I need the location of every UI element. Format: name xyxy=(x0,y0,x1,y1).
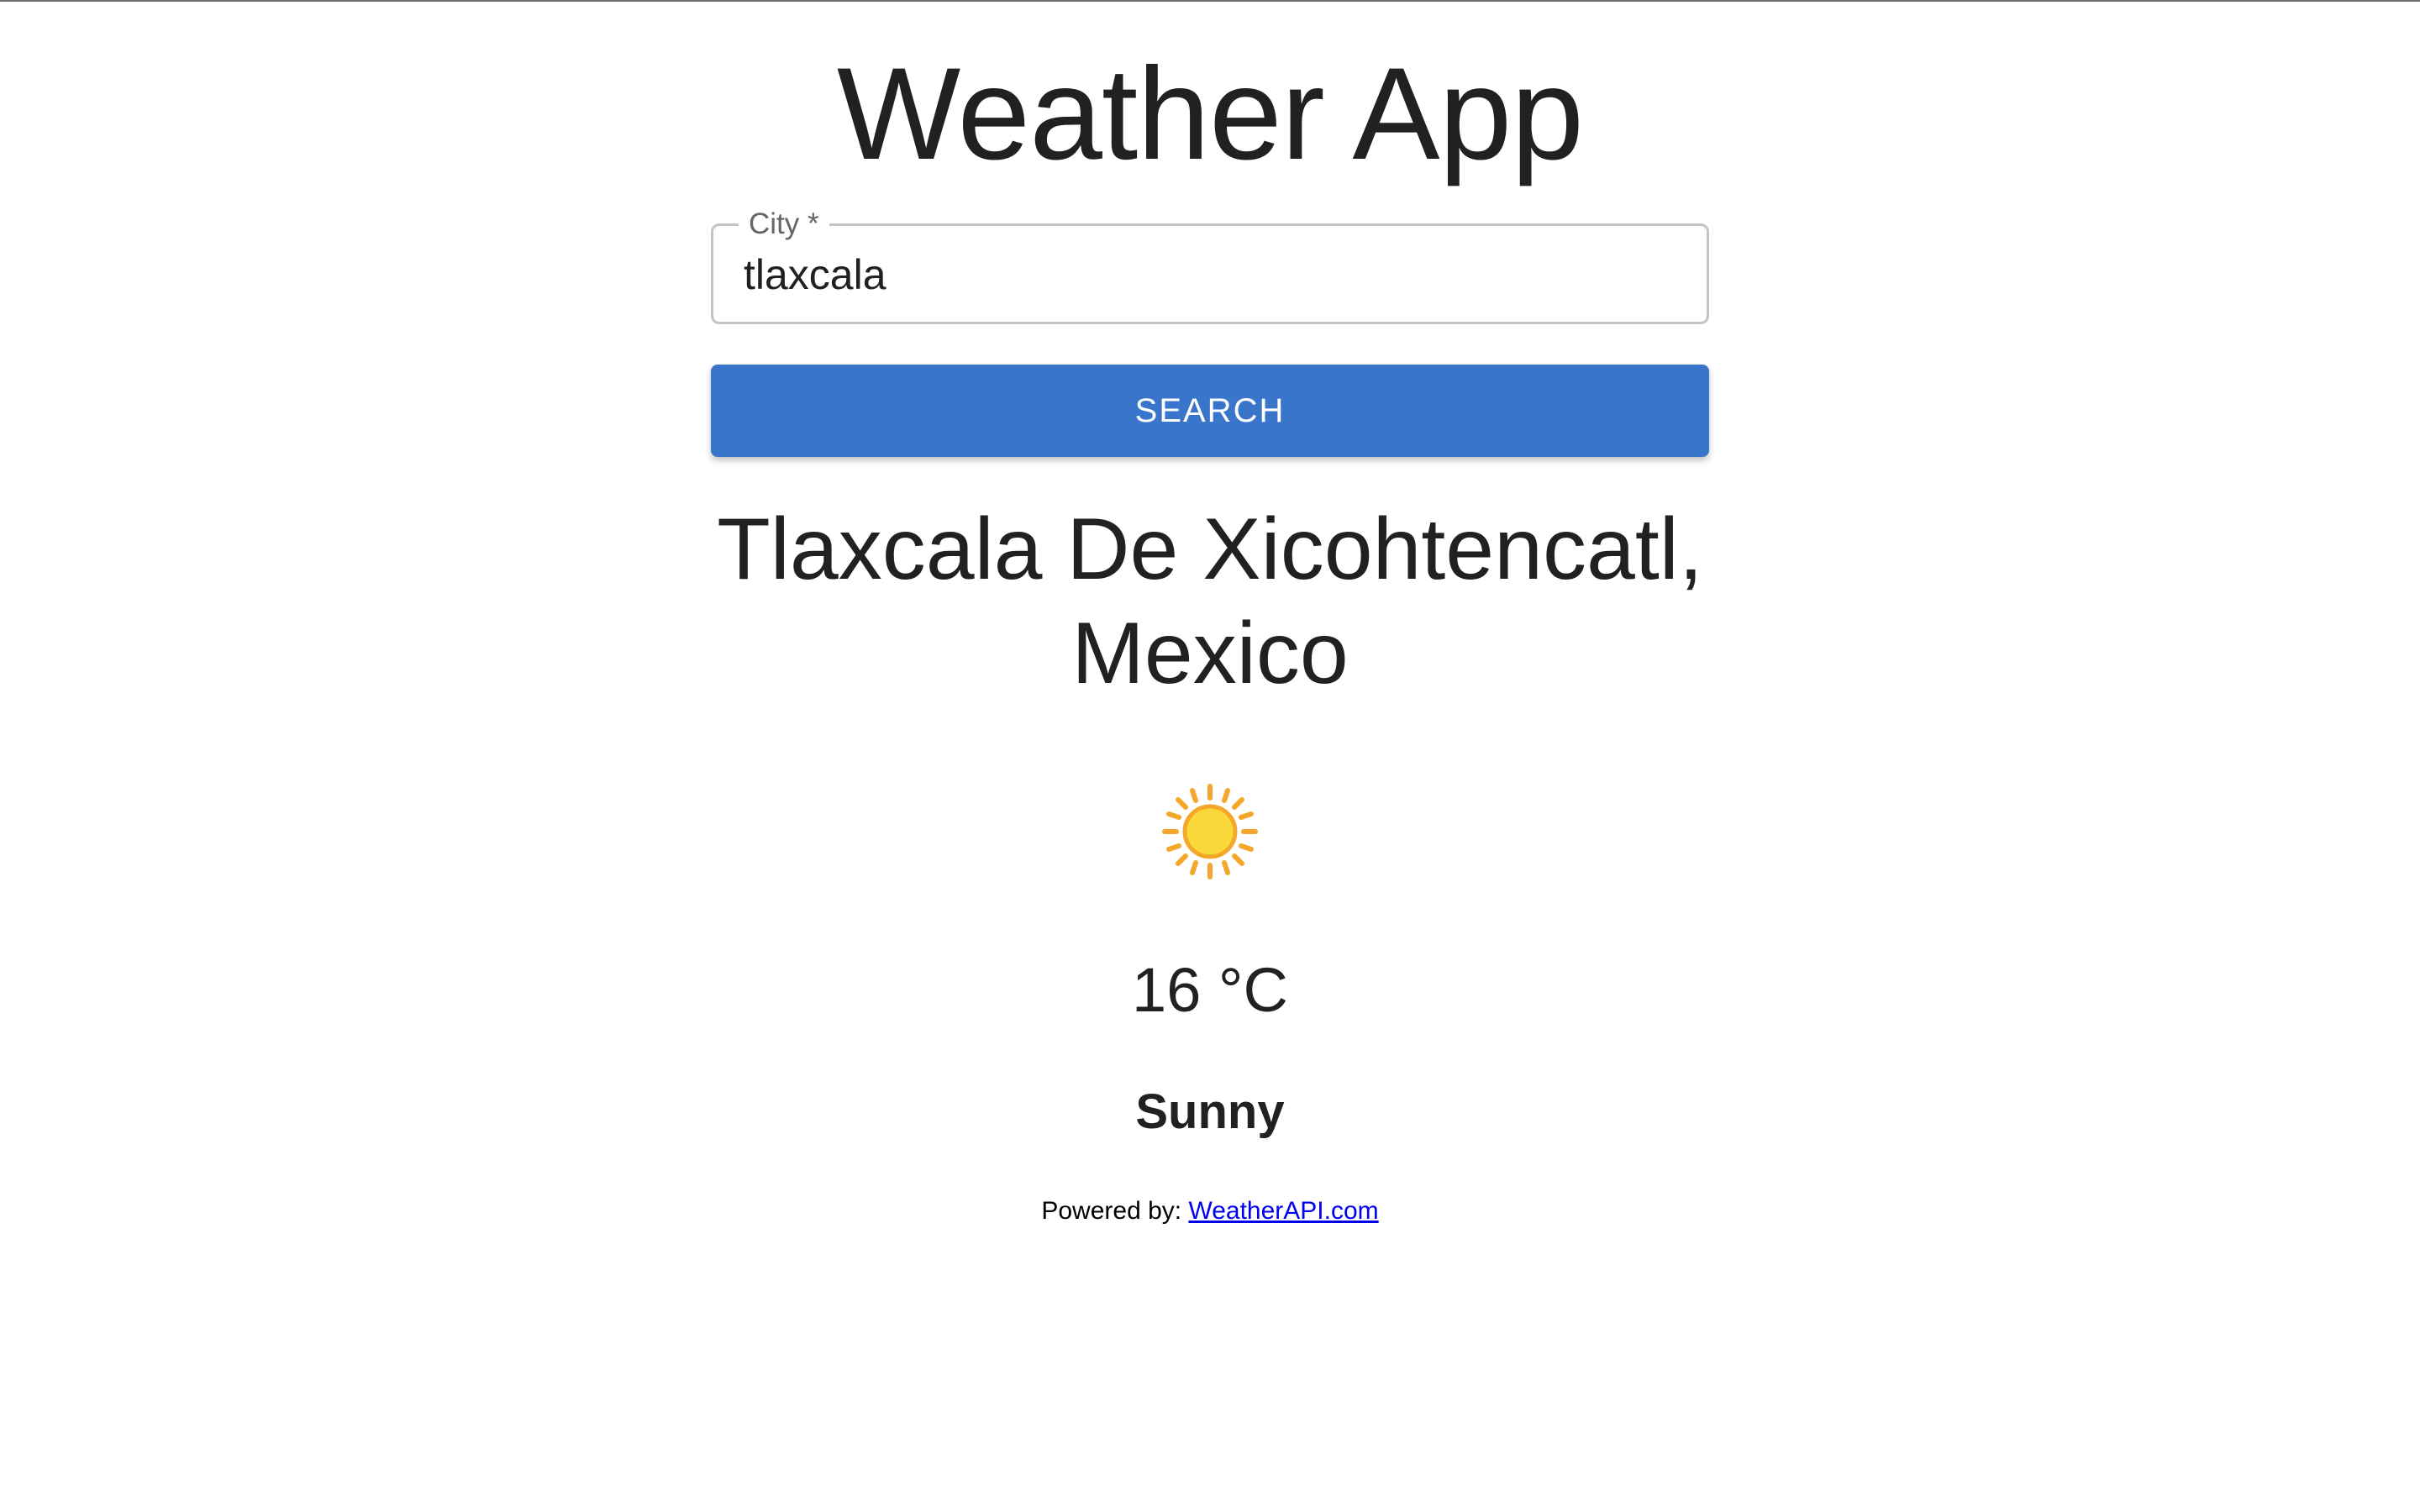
search-button[interactable]: SEARCH xyxy=(711,365,1709,457)
app-title: Weather App xyxy=(836,41,1584,187)
location-name: Tlaxcala De Xicohtencatl, Mexico xyxy=(717,501,1703,702)
weather-condition: Sunny xyxy=(1135,1084,1285,1139)
city-field-label: City * xyxy=(739,204,829,244)
weatherapi-link[interactable]: WeatherAPI.com xyxy=(1188,1197,1378,1225)
top-divider xyxy=(0,0,2420,2)
temperature: 16 °C xyxy=(1132,955,1288,1025)
sun-icon xyxy=(1162,784,1258,879)
city-field[interactable]: City * xyxy=(711,204,1709,324)
powered-by: Powered by: WeatherAPI.com xyxy=(711,1194,1709,1228)
powered-by-label: Powered by: xyxy=(1041,1197,1182,1225)
city-input[interactable] xyxy=(744,249,1668,300)
